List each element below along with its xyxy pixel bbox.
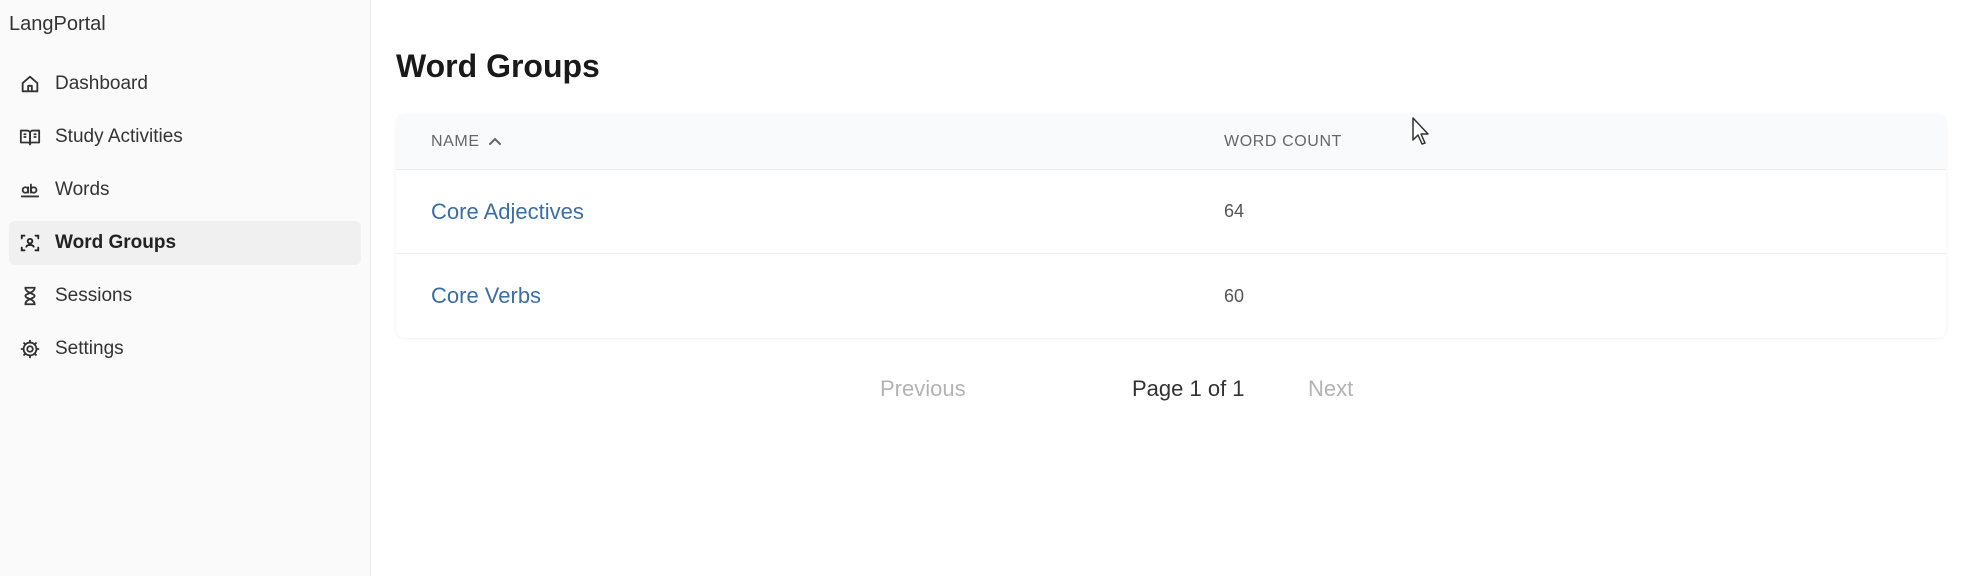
hourglass-icon: [19, 285, 41, 307]
sidebar-item-label: Dashboard: [55, 73, 148, 94]
mouse-cursor-icon: [1412, 117, 1429, 145]
previous-page-button[interactable]: Previous: [880, 376, 966, 402]
home-icon: [19, 73, 41, 95]
app-root: LangPortal Dashboard Study Activities Wo…: [0, 0, 1968, 576]
sidebar-item-study-activities[interactable]: Study Activities: [9, 115, 361, 159]
page-title: Word Groups: [396, 48, 600, 84]
sidebar-item-label: Word Groups: [55, 232, 177, 253]
next-page-button[interactable]: Next: [1308, 376, 1353, 402]
table-row: Core Adjectives 64: [396, 170, 1946, 254]
sidebar-item-label: Words: [55, 179, 110, 200]
word-groups-table: NAME WORD COUNT Core Adjectives 64 Core …: [396, 114, 1946, 338]
table-header: NAME WORD COUNT: [396, 114, 1946, 170]
sidebar-item-dashboard[interactable]: Dashboard: [9, 62, 361, 106]
sidebar-item-label: Settings: [55, 338, 124, 359]
word-count-cell: 64: [1224, 201, 1245, 221]
sidebar-item-sessions[interactable]: Sessions: [9, 274, 361, 318]
sidebar-nav: Dashboard Study Activities Words Word Gr…: [9, 62, 361, 380]
chevron-up-icon: [488, 137, 501, 145]
sidebar: LangPortal Dashboard Study Activities Wo…: [0, 0, 371, 576]
column-header-word-count-label: WORD COUNT: [1224, 132, 1342, 150]
word-count-cell: 60: [1224, 285, 1245, 306]
sidebar-item-word-groups[interactable]: Word Groups: [9, 221, 361, 265]
sidebar-item-label: Sessions: [55, 285, 133, 306]
brand-logo-text[interactable]: LangPortal: [9, 13, 106, 36]
gear-icon: [19, 338, 41, 360]
group-name-link[interactable]: Core Verbs: [431, 283, 541, 309]
table-row: Core Verbs 60: [396, 254, 1946, 338]
sidebar-item-words[interactable]: Words: [9, 168, 361, 212]
ab-text-icon: [19, 179, 41, 201]
sidebar-item-label: Study Activities: [55, 126, 183, 147]
sidebar-item-settings[interactable]: Settings: [9, 327, 361, 371]
page-indicator: Page 1 of 1: [1132, 376, 1245, 401]
column-header-name[interactable]: NAME: [431, 133, 502, 151]
group-scan-icon: [19, 232, 41, 254]
column-header-word-count[interactable]: WORD COUNT: [1224, 133, 1342, 151]
group-name-link[interactable]: Core Adjectives: [431, 199, 584, 225]
book-open-icon: [19, 126, 41, 148]
main-content: Word Groups NAME WORD COUNT Core Adjecti…: [371, 0, 1968, 576]
column-header-name-label: NAME: [431, 132, 480, 150]
